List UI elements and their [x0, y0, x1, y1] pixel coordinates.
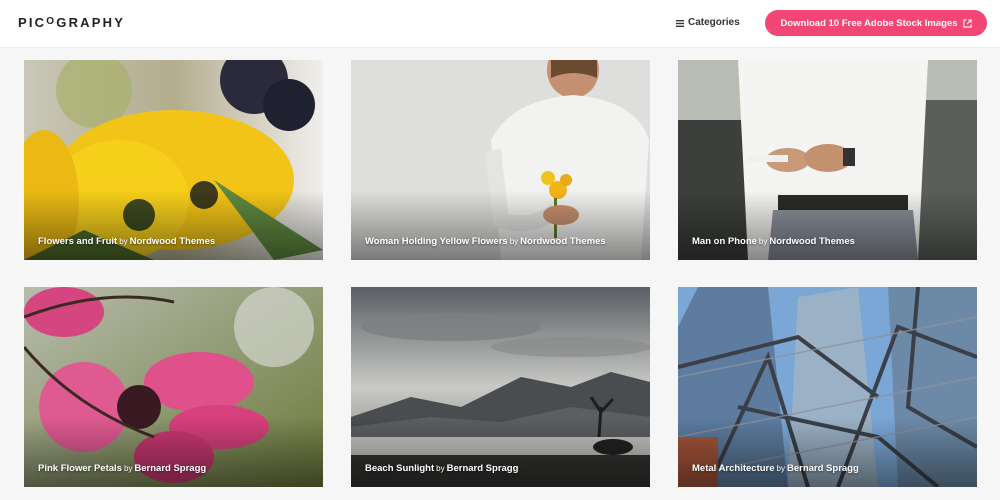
photo-title: Metal Architecture — [692, 463, 775, 474]
photo-card-pink-flower-petals[interactable]: Pink Flower Petals by Bernard Spragg — [24, 287, 323, 487]
photo-title: Beach Sunlight — [365, 463, 435, 474]
photo-caption: Woman Holding Yellow Flowers by Nordwood T… — [365, 236, 606, 247]
photo-overlay — [351, 190, 650, 260]
photo-overlay — [678, 417, 977, 487]
photo-overlay — [24, 417, 323, 487]
site-logo[interactable]: PICOGRAPHY — [18, 16, 125, 32]
categories-label: Categories — [688, 17, 740, 28]
photo-card-metal-architecture[interactable]: Metal Architecture by Bernard Spragg — [678, 287, 977, 487]
photo-title: Woman Holding Yellow Flowers — [365, 236, 508, 247]
download-free-images-button[interactable]: Download 10 Free Adobe Stock Images — [765, 10, 987, 36]
photo-by: by — [436, 464, 445, 473]
photo-caption: Pink Flower Petals by Bernard Spragg — [38, 463, 206, 474]
photo-caption: Beach Sunlight by Bernard Spragg — [365, 463, 518, 474]
photo-card-man-on-phone[interactable]: Man on Phone by Nordwood Themes — [678, 60, 977, 260]
photo-overlay — [24, 190, 323, 260]
photo-author[interactable]: Bernard Spragg — [447, 463, 519, 474]
photo-author[interactable]: Nordwood Themes — [769, 236, 855, 247]
cta-label: Download 10 Free Adobe Stock Images — [780, 17, 958, 29]
hamburger-icon — [676, 19, 684, 27]
photo-overlay — [678, 190, 977, 260]
photo-title: Man on Phone — [692, 236, 757, 247]
categories-menu-button[interactable]: Categories — [676, 16, 740, 30]
photo-title: Flowers and Fruit — [38, 236, 118, 247]
photo-card-flowers-and-fruit[interactable]: Flowers and Fruit by Nordwood Themes — [24, 60, 323, 260]
external-link-icon — [962, 18, 972, 28]
site-header: PICOGRAPHY Categories Download 10 Free A… — [0, 0, 1000, 48]
photo-author[interactable]: Nordwood Themes — [520, 236, 606, 247]
photo-caption: Man on Phone by Nordwood Themes — [692, 236, 855, 247]
photo-card-woman-holding-yellow-flowers[interactable]: Woman Holding Yellow Flowers by Nordwood T… — [351, 60, 650, 260]
photo-caption: Metal Architecture by Bernard Spragg — [692, 463, 859, 474]
photo-author[interactable]: Bernard Spragg — [134, 463, 206, 474]
photo-by: by — [758, 237, 768, 246]
photo-author[interactable]: Bernard Spragg — [787, 463, 859, 474]
photo-title: Pink Flower Petals — [38, 463, 122, 474]
photo-by: by — [119, 237, 128, 246]
photo-card-beach-sunlight[interactable]: Beach Sunlight by Bernard Spragg — [351, 287, 650, 487]
photo-by: by — [509, 237, 519, 246]
photo-caption: Flowers and Fruit by Nordwood Themes — [38, 236, 215, 247]
photo-by: by — [776, 464, 785, 473]
photo-by: by — [123, 464, 133, 473]
photo-overlay — [351, 417, 650, 487]
photo-author[interactable]: Nordwood Themes — [130, 236, 216, 247]
